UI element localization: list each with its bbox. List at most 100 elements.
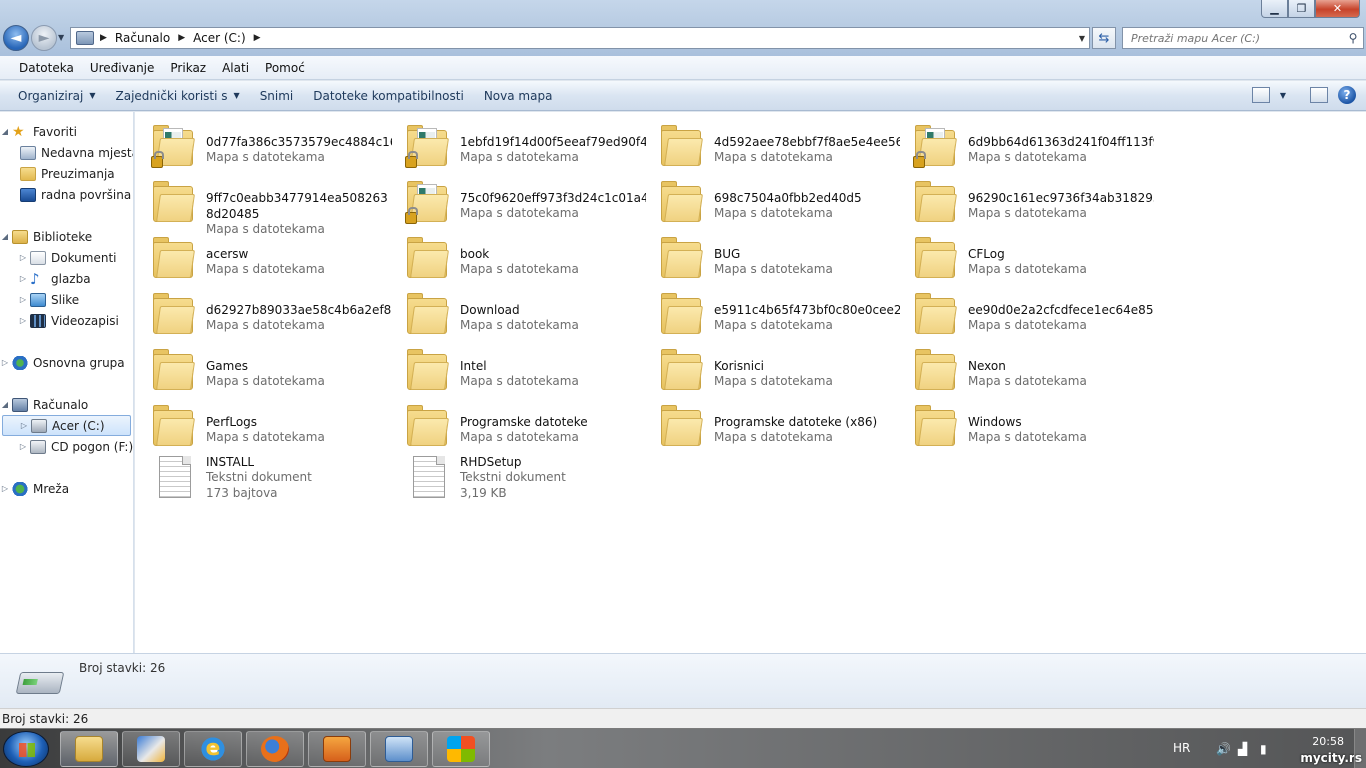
nav-pictures[interactable]: ▷ Slike bbox=[18, 289, 79, 310]
folder-item[interactable]: Programske datoteke Mapa s datotekama bbox=[389, 398, 643, 450]
expand-icon[interactable]: ▷ bbox=[18, 295, 28, 304]
taskbar-media[interactable] bbox=[308, 731, 366, 767]
folder-item[interactable]: 4d592aee78ebbf7f8ae5e4ee56dd Mapa s datot… bbox=[643, 118, 900, 170]
nav-recent-places[interactable]: Nedavna mjesta bbox=[18, 142, 133, 163]
taskbar-paint[interactable] bbox=[122, 731, 180, 767]
new-folder-button[interactable]: Nova mapa bbox=[474, 89, 563, 103]
taskbar-windows-flag[interactable] bbox=[432, 731, 490, 767]
organize-button[interactable]: Organiziraj ▼ bbox=[8, 89, 106, 103]
breadcrumb-chevron-icon[interactable]: ▶ bbox=[100, 33, 107, 43]
folder-item[interactable]: 6d9bb64d61363d241f04ff113f97 Mapa s datot… bbox=[897, 118, 1154, 170]
folder-item[interactable]: 96290c161ec9736f34ab318293634fMapa s dat… bbox=[897, 174, 1154, 226]
folder-item[interactable]: acersw Mapa s datotekama bbox=[135, 230, 389, 282]
expand-icon[interactable]: ▷ bbox=[19, 421, 29, 430]
folder-icon bbox=[661, 180, 703, 224]
nav-homegroup[interactable]: ▷ Osnovna grupa bbox=[0, 352, 125, 373]
preview-pane-icon[interactable] bbox=[1310, 87, 1328, 103]
expand-icon[interactable]: ▷ bbox=[0, 358, 10, 367]
menu-view[interactable]: Prikaz bbox=[162, 61, 214, 75]
search-input[interactable] bbox=[1123, 31, 1343, 45]
folder-item[interactable]: Download Mapa s datotekama bbox=[389, 286, 643, 338]
forward-button[interactable]: ► bbox=[31, 25, 57, 51]
nav-drive-c[interactable]: ▷ Acer (C:) bbox=[2, 415, 131, 436]
menu-file[interactable]: Datoteka bbox=[11, 61, 82, 75]
recent-pages-button[interactable]: ▼ bbox=[58, 33, 64, 42]
folder-item[interactable]: 698c7504a0fbb2ed40d5 Mapa s datotekama bbox=[643, 174, 897, 226]
folder-item[interactable]: d62927b89033ae58c4b6a2ef81c1c8Mapa s dat… bbox=[135, 286, 392, 338]
breadcrumb-chevron-icon[interactable]: ▶ bbox=[254, 33, 261, 43]
expand-icon[interactable]: ▷ bbox=[0, 484, 10, 493]
minimize-button[interactable]: ▁ bbox=[1261, 0, 1288, 18]
taskbar-ie[interactable]: e bbox=[184, 731, 242, 767]
burn-button[interactable]: Snimi bbox=[250, 89, 304, 103]
collapse-icon[interactable]: ◢ bbox=[0, 127, 10, 136]
maximize-button[interactable]: ❐ bbox=[1288, 0, 1315, 18]
close-button[interactable]: ✕ bbox=[1315, 0, 1360, 18]
folder-item[interactable]: 0d77fa386c3573579ec4884c1632Mapa s datot… bbox=[135, 118, 392, 170]
battery-icon[interactable]: ▮ bbox=[1260, 742, 1274, 756]
folder-item[interactable]: 1ebfd19f14d00f5eeaf79ed90f41faMapa s dat… bbox=[389, 118, 646, 170]
breadcrumb-computer[interactable]: Računalo bbox=[115, 31, 170, 45]
folder-item[interactable]: CFLog Mapa s datotekama bbox=[897, 230, 1151, 282]
menu-bar: Datoteka Uređivanje Prikaz Alati Pomoć bbox=[0, 56, 1366, 80]
taskbar-explorer[interactable] bbox=[60, 731, 118, 767]
change-view-icon[interactable] bbox=[1251, 87, 1270, 103]
folder-item[interactable]: PerfLogs Mapa s datotekama bbox=[135, 398, 389, 450]
folder-item[interactable]: 9ff7c0eabb3477914ea5082638d20485 Mapa s d… bbox=[135, 174, 389, 236]
folder-item[interactable]: Korisnici Mapa s datotekama bbox=[643, 342, 897, 394]
nav-libraries[interactable]: ◢ Biblioteke bbox=[0, 226, 92, 247]
folder-item[interactable]: Windows Mapa s datotekama bbox=[897, 398, 1151, 450]
expand-icon[interactable]: ▷ bbox=[18, 274, 28, 283]
nav-favorites[interactable]: ◢ ★ Favoriti bbox=[0, 121, 77, 142]
folder-item[interactable]: book Mapa s datotekama bbox=[389, 230, 643, 282]
share-button[interactable]: Zajednički koristi s ▼ bbox=[106, 89, 250, 103]
search-icon[interactable]: ⚲ bbox=[1343, 31, 1363, 45]
file-item[interactable]: RHDSetup Tekstni dokument 3,19 KB bbox=[389, 454, 643, 506]
address-bar[interactable]: ▶ Računalo ▶ Acer (C:) ▶ ▼ bbox=[70, 27, 1090, 49]
folder-item[interactable]: 75c0f9620eff973f3d24c1c01a45 Mapa s datot… bbox=[389, 174, 646, 226]
folder-item[interactable]: ee90d0e2a2cfcdfece1ec64e85141aMapa s dat… bbox=[897, 286, 1154, 338]
file-item[interactable]: INSTALL Tekstni dokument 173 bajtova bbox=[135, 454, 389, 506]
folder-item[interactable]: Programske datoteke (x86) Mapa s datoteka… bbox=[643, 398, 897, 450]
compatibility-files-button[interactable]: Datoteke kompatibilnosti bbox=[303, 89, 474, 103]
nav-documents[interactable]: ▷ Dokumenti bbox=[18, 247, 116, 268]
nav-computer[interactable]: ◢ Računalo bbox=[0, 394, 88, 415]
collapse-icon[interactable]: ◢ bbox=[0, 400, 10, 409]
nav-desktop[interactable]: radna površina bbox=[18, 184, 131, 205]
nav-network[interactable]: ▷ Mreža bbox=[0, 478, 69, 499]
breadcrumb-drive[interactable]: Acer (C:) bbox=[193, 31, 246, 45]
clock[interactable]: 20:58 bbox=[1312, 735, 1344, 748]
help-icon[interactable]: ? bbox=[1338, 86, 1356, 104]
network-signal-icon[interactable]: ▟ bbox=[1238, 742, 1252, 756]
menu-help[interactable]: Pomoć bbox=[257, 61, 313, 75]
folder-item[interactable]: BUG Mapa s datotekama bbox=[643, 230, 897, 282]
folder-item[interactable]: e5911c4b65f473bf0c80e0cee266 Mapa s datot… bbox=[643, 286, 900, 338]
taskbar-firefox[interactable] bbox=[246, 731, 304, 767]
folder-item[interactable]: Games Mapa s datotekama bbox=[135, 342, 389, 394]
expand-icon[interactable]: ▷ bbox=[18, 253, 28, 262]
start-button[interactable] bbox=[3, 731, 49, 767]
nav-drive-f[interactable]: ▷ CD pogon (F:) bbox=[18, 436, 133, 457]
language-indicator[interactable]: HR bbox=[1173, 741, 1190, 755]
nav-music[interactable]: ▷ ♪ glazba bbox=[18, 268, 91, 289]
menu-edit[interactable]: Uređivanje bbox=[82, 61, 163, 75]
item-type: Mapa s datotekama bbox=[714, 150, 833, 164]
taskbar-control-panel[interactable] bbox=[370, 731, 428, 767]
expand-icon[interactable]: ▷ bbox=[18, 442, 28, 451]
nav-downloads[interactable]: Preuzimanja bbox=[18, 163, 115, 184]
collapse-icon[interactable]: ◢ bbox=[0, 232, 10, 241]
item-name: Download bbox=[460, 303, 520, 317]
speaker-icon[interactable]: 🔊 bbox=[1216, 742, 1231, 756]
breadcrumb-chevron-icon[interactable]: ▶ bbox=[178, 33, 185, 43]
search-box[interactable]: ⚲ bbox=[1122, 27, 1364, 49]
address-dropdown-icon[interactable]: ▼ bbox=[1075, 34, 1089, 43]
nav-videos[interactable]: ▷ Videozapisi bbox=[18, 310, 119, 331]
folder-item[interactable]: Nexon Mapa s datotekama bbox=[897, 342, 1151, 394]
back-button[interactable]: ◄ bbox=[3, 25, 29, 51]
expand-icon[interactable]: ▷ bbox=[18, 316, 28, 325]
view-options-dropdown-icon[interactable]: ▼ bbox=[1280, 91, 1286, 100]
refresh-button[interactable]: ⇆ bbox=[1092, 27, 1116, 49]
menu-tools[interactable]: Alati bbox=[214, 61, 257, 75]
show-desktop-button[interactable] bbox=[1354, 729, 1366, 768]
folder-item[interactable]: Intel Mapa s datotekama bbox=[389, 342, 643, 394]
